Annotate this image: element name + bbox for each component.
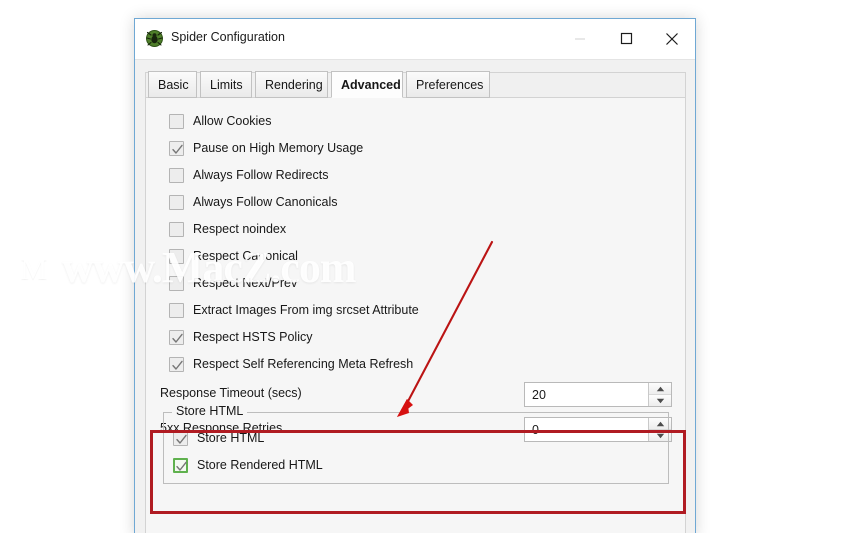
checkbox-label: Store Rendered HTML [197, 458, 323, 472]
checkmark-icon [171, 359, 184, 372]
title-bar: Spider Configuration [135, 19, 695, 60]
checkbox-row[interactable]: Respect Canonical [169, 247, 298, 265]
spider-configuration-window: Spider Configuration BasicLimitsRenderin… [134, 18, 696, 533]
checkbox-row[interactable]: Respect Self Referencing Meta Refresh [169, 355, 413, 373]
checkbox-unchecked-icon[interactable] [169, 195, 184, 210]
close-button[interactable] [649, 19, 695, 58]
spinner-decrement-button[interactable] [649, 394, 671, 406]
checkmark-icon [171, 143, 184, 156]
advanced-panel: Allow Cookies Pause on High Memory Usage A… [145, 98, 686, 533]
checkbox-label: Respect noindex [193, 222, 286, 236]
field-row: Response Timeout (secs) 20 [146, 382, 685, 406]
checkbox-checked-icon[interactable] [173, 431, 188, 446]
checkmark-icon [175, 433, 188, 446]
tab-basic[interactable]: Basic [148, 71, 197, 98]
checkbox-row[interactable]: Pause on High Memory Usage [169, 139, 363, 157]
checkbox-unchecked-icon[interactable] [169, 249, 184, 264]
spinner-increment-button[interactable] [649, 383, 671, 394]
checkbox-checked-icon[interactable] [169, 141, 184, 156]
store-html-group-legend: Store HTML [172, 404, 247, 418]
tab-strip: BasicLimitsRenderingAdvancedPreferences [145, 72, 686, 98]
checkbox-row[interactable]: Respect Next/Prev [169, 274, 297, 292]
minimize-button[interactable] [557, 19, 603, 58]
checkbox-label: Respect Self Referencing Meta Refresh [193, 357, 413, 371]
checkbox-row[interactable]: Always Follow Canonicals [169, 193, 338, 211]
checkbox-row[interactable]: Extract Images From img srcset Attribute [169, 301, 419, 319]
window-title: Spider Configuration [171, 30, 285, 44]
checkbox-label: Always Follow Canonicals [193, 195, 338, 209]
checkbox-label: Always Follow Redirects [193, 168, 328, 182]
checkbox-row[interactable]: Respect HSTS Policy [169, 328, 312, 346]
store-html-group: Store HTML Store HTMLStore Rendered HTML [163, 412, 669, 484]
checkbox-row[interactable]: Store Rendered HTML [173, 456, 323, 474]
screenshot-root: M www.MacZ.com Spider Configuration [0, 0, 850, 533]
field-label: Response Timeout (secs) [160, 386, 302, 400]
checkmark-icon [171, 332, 184, 345]
tab-rendering[interactable]: Rendering [255, 71, 328, 98]
spider-icon [146, 30, 163, 47]
checkbox-label: Respect Canonical [193, 249, 298, 263]
checkbox-unchecked-icon[interactable] [169, 114, 184, 129]
checkbox-unchecked-icon[interactable] [169, 276, 184, 291]
maximize-button[interactable] [603, 19, 649, 58]
checkbox-checked-icon[interactable] [173, 458, 188, 473]
maximize-icon [620, 32, 633, 45]
checkmark-icon [175, 460, 188, 473]
checkbox-label: Respect Next/Prev [193, 276, 297, 290]
checkbox-label: Pause on High Memory Usage [193, 141, 363, 155]
watermark-logo-icon: M [8, 244, 60, 296]
tab-advanced[interactable]: Advanced [331, 71, 403, 98]
minimize-icon [574, 33, 586, 45]
checkbox-checked-icon[interactable] [169, 357, 184, 372]
tab-preferences[interactable]: Preferences [406, 71, 490, 98]
checkbox-row[interactable]: Respect noindex [169, 220, 286, 238]
tab-limits[interactable]: Limits [200, 71, 252, 98]
spinner-down-icon [656, 398, 665, 404]
spinner-value[interactable]: 20 [525, 383, 648, 406]
checkbox-label: Extract Images From img srcset Attribute [193, 303, 419, 317]
close-icon [665, 32, 679, 46]
spinner-up-icon [656, 386, 665, 392]
checkbox-label: Allow Cookies [193, 114, 272, 128]
checkbox-checked-icon[interactable] [169, 330, 184, 345]
checkbox-unchecked-icon[interactable] [169, 303, 184, 318]
spinner-buttons [648, 383, 671, 406]
checkbox-row[interactable]: Store HTML [173, 429, 264, 447]
checkbox-label: Store HTML [197, 431, 264, 445]
checkbox-unchecked-icon[interactable] [169, 222, 184, 237]
checkbox-row[interactable]: Always Follow Redirects [169, 166, 328, 184]
checkbox-row[interactable]: Allow Cookies [169, 112, 272, 130]
checkbox-label: Respect HSTS Policy [193, 330, 312, 344]
number-spinner[interactable]: 20 [524, 382, 672, 407]
checkbox-unchecked-icon[interactable] [169, 168, 184, 183]
